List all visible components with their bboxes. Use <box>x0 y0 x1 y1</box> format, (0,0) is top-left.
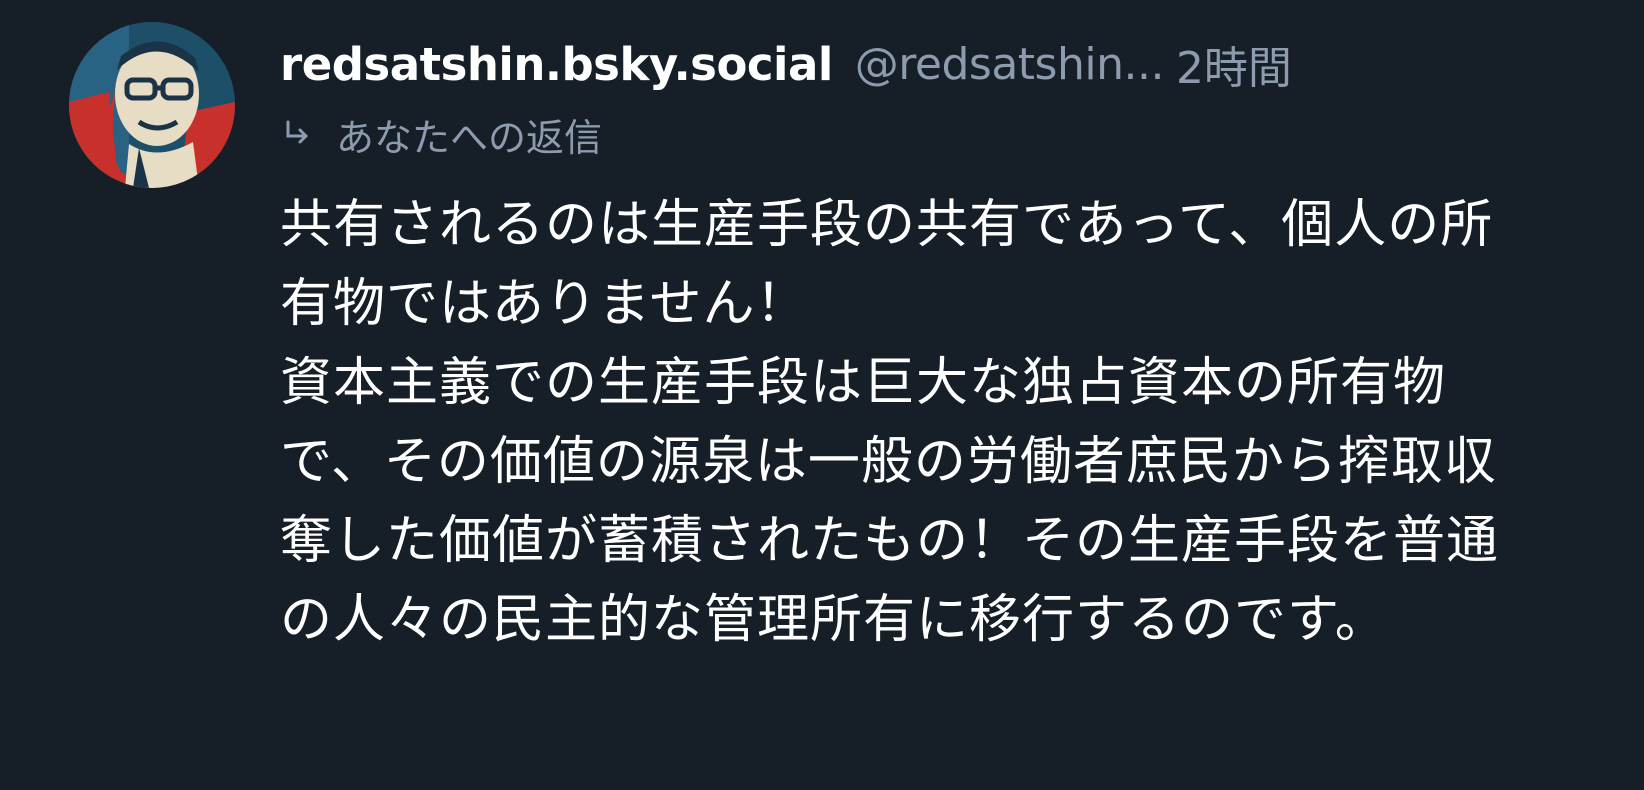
post-body-text: 共有されるのは生産手段の共有であって、個人の所有物ではありません！ 資本主義での… <box>280 195 1500 650</box>
author-handle[interactable]: @redsatshin... <box>855 39 1165 90</box>
author-display-name[interactable]: redsatshin.bsky.social <box>280 38 833 91</box>
reply-indicator: あなたへの返信 <box>280 104 1620 164</box>
post-card[interactable]: redsatshin.bsky.social @redsatshin... 2時… <box>0 0 1644 790</box>
post-content: redsatshin.bsky.social @redsatshin... 2時… <box>280 28 1620 660</box>
reply-label: あなたへの返信 <box>336 115 603 160</box>
reply-arrow-icon <box>280 116 316 152</box>
post-header: redsatshin.bsky.social @redsatshin... 2時… <box>280 28 1620 100</box>
avatar[interactable] <box>69 22 235 188</box>
post-timestamp[interactable]: 2時間 <box>1176 32 1292 96</box>
